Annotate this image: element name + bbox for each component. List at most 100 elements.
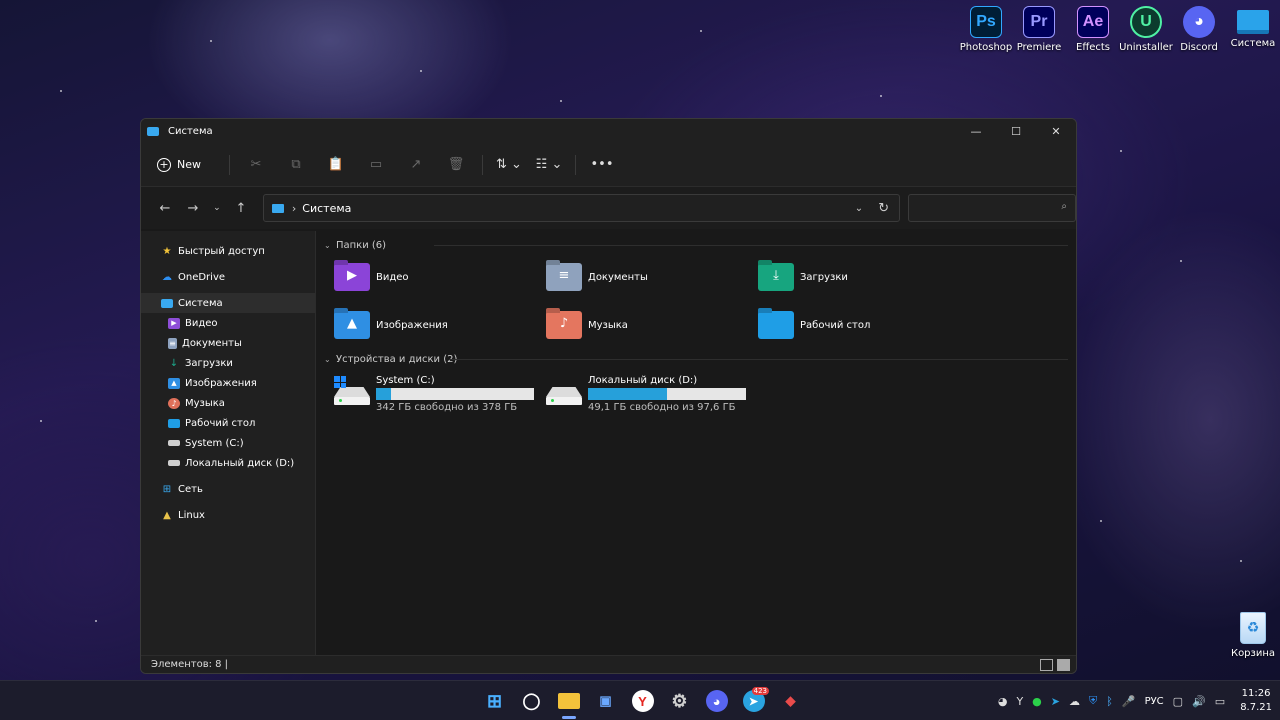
folder-documents[interactable]: ≡ Документы — [546, 259, 758, 295]
battery-icon[interactable]: ▭ — [1215, 695, 1225, 708]
sidebar-item-music[interactable]: ♪ Музыка — [141, 393, 315, 413]
start-button[interactable]: ⊞ — [476, 681, 513, 720]
paste-icon[interactable]: 📋 — [316, 157, 356, 172]
folder-music[interactable]: ♪ Музыка — [546, 307, 758, 343]
folder-downloads[interactable]: ⤓ Загрузки — [758, 259, 970, 295]
sidebar-item-documents[interactable]: ≡ Документы — [141, 333, 315, 353]
sidebar-item-label: Linux — [178, 509, 205, 521]
shield-tray-icon[interactable]: ● — [1032, 695, 1042, 708]
back-button[interactable]: ← — [151, 201, 179, 216]
cut-icon[interactable]: ✂ — [236, 157, 276, 172]
drive-c[interactable]: System (C:) 342 ГБ свободно из 378 ГБ — [334, 375, 546, 413]
sidebar-item-label: Сеть — [178, 483, 203, 495]
notification-icon[interactable]: ▢ — [1173, 695, 1183, 708]
up-button[interactable]: ↑ — [227, 201, 255, 216]
breadcrumb-item[interactable]: Система — [302, 202, 351, 215]
search-input[interactable]: ⌕ — [908, 194, 1076, 222]
sidebar-item-drive-c[interactable]: System (C:) — [141, 433, 315, 453]
chevron-down-icon: ⌄ — [324, 240, 331, 250]
telegram-tray-icon[interactable]: ➤ — [1051, 695, 1060, 708]
desktop-icon-photoshop[interactable]: Ps Photoshop — [959, 6, 1013, 53]
address-dropdown-button[interactable]: ⌄ — [855, 203, 863, 214]
music-icon: ♪ — [168, 397, 180, 409]
language-indicator[interactable]: РУС — [1145, 696, 1164, 707]
folder-label: Рабочий стол — [800, 319, 871, 331]
folder-pictures[interactable]: ▲ Изображения — [334, 307, 546, 343]
documents-folder-icon: ≡ — [546, 263, 582, 291]
taskbar-task-manager[interactable]: ▣ — [587, 681, 624, 720]
copy-icon[interactable]: ⧉ — [276, 157, 316, 172]
taskbar-discord[interactable]: ◕ — [698, 681, 735, 720]
desktop-icon-uninstaller[interactable]: U Uninstaller — [1119, 6, 1173, 53]
download-icon: ↓ — [169, 357, 179, 369]
more-options-button[interactable]: ••• — [582, 157, 622, 172]
folders-group-header[interactable]: ⌄ Папки (6) — [324, 237, 1076, 253]
tiles-view-button[interactable] — [1057, 659, 1070, 671]
taskbar-settings[interactable]: ⚙ — [661, 681, 698, 720]
recent-locations-button[interactable]: ⌄ — [207, 203, 227, 213]
delete-icon[interactable]: 🗑 — [436, 157, 476, 172]
star — [1240, 560, 1242, 562]
desktop-icon-system[interactable]: Система — [1226, 6, 1280, 49]
folder-videos[interactable]: ▶ Видео — [334, 259, 546, 295]
view-button[interactable]: ☷ ⌄ — [529, 157, 569, 172]
sidebar-item-drive-d[interactable]: Локальный диск (D:) — [141, 453, 315, 473]
close-button[interactable]: ✕ — [1036, 119, 1076, 143]
taskbar-antivirus[interactable]: ◆ — [772, 681, 809, 720]
taskbar-file-explorer[interactable] — [550, 681, 587, 720]
microphone-icon[interactable]: 🎤 — [1122, 695, 1136, 708]
rename-icon[interactable]: ▭ — [356, 157, 396, 172]
defender-tray-icon[interactable]: ⛨ — [1089, 694, 1097, 708]
discord-icon: ◕ — [1183, 6, 1215, 38]
sidebar-item-network[interactable]: ⊞ Сеть — [141, 479, 315, 499]
taskbar-yandex[interactable]: Y — [624, 681, 661, 720]
sidebar-item-system[interactable]: Система — [141, 293, 315, 313]
share-icon[interactable]: ↗ — [396, 157, 436, 172]
group-divider — [434, 245, 1068, 246]
desktop-icon-discord[interactable]: ◕ Discord — [1172, 6, 1226, 53]
taskbar-telegram[interactable]: ➤ 423 — [735, 681, 772, 720]
forward-button[interactable]: → — [179, 201, 207, 216]
refresh-button[interactable]: ↻ — [878, 201, 889, 216]
volume-icon[interactable]: 🔊 — [1192, 695, 1206, 708]
pictures-icon: ▲ — [168, 377, 180, 389]
folder-desktop[interactable]: Рабочий стол — [758, 307, 970, 343]
documents-icon: ≡ — [168, 337, 177, 349]
new-button[interactable]: + New — [157, 157, 201, 172]
title-bar[interactable]: Система — ☐ ✕ — [141, 119, 1076, 143]
sidebar-item-desktop[interactable]: Рабочий стол — [141, 413, 315, 433]
sidebar-item-quick-access[interactable]: ★ Быстрый доступ — [141, 241, 315, 261]
details-view-button[interactable] — [1040, 659, 1053, 671]
sidebar-item-label: Документы — [182, 337, 242, 349]
drive-d[interactable]: Локальный диск (D:) 49,1 ГБ свободно из … — [546, 375, 758, 413]
search-button[interactable]: ◯ — [513, 681, 550, 720]
bluetooth-tray-icon[interactable]: ᛒ — [1106, 695, 1113, 708]
after-effects-icon: Ae — [1077, 6, 1109, 38]
minimize-button[interactable]: — — [956, 119, 996, 143]
desktop-icon-recycle-bin[interactable]: ♻ Корзина — [1228, 612, 1278, 659]
drive-free-space: 49,1 ГБ свободно из 97,6 ГБ — [588, 402, 736, 413]
sort-button[interactable]: ⇅ ⌄ — [489, 157, 529, 172]
desktop-icon-premiere[interactable]: Pr Premiere — [1012, 6, 1066, 53]
sidebar-item-videos[interactable]: ▶ Видео — [141, 313, 315, 333]
discord-tray-icon[interactable]: ◕ — [998, 695, 1008, 708]
desktop-icon-effects[interactable]: Ae Effects — [1066, 6, 1120, 53]
sidebar-item-pictures[interactable]: ▲ Изображения — [141, 373, 315, 393]
network-icon: ⊞ — [162, 483, 172, 495]
yandex-tray-icon[interactable]: Y — [1016, 695, 1023, 708]
sidebar-item-downloads[interactable]: ↓ Загрузки — [141, 353, 315, 373]
maximize-button[interactable]: ☐ — [996, 119, 1036, 143]
drive-icon — [168, 460, 180, 466]
sidebar-item-label: System (C:) — [185, 437, 244, 449]
sidebar-item-label: Система — [178, 297, 223, 309]
drives-group-header[interactable]: ⌄ Устройства и диски (2) — [324, 351, 1076, 367]
star-icon: ★ — [162, 245, 172, 257]
monitor-icon — [161, 298, 173, 308]
folder-label: Документы — [588, 271, 648, 283]
clock[interactable]: 11:26 8.7.21 — [1240, 687, 1272, 715]
cloud-tray-icon[interactable]: ☁ — [1069, 695, 1080, 708]
sidebar-item-onedrive[interactable]: ☁ OneDrive — [141, 267, 315, 287]
desktop-icon-label: Effects — [1076, 42, 1110, 53]
sidebar-item-linux[interactable]: ▲ Linux — [141, 505, 315, 525]
address-bar[interactable]: › Система ⌄ ↻ — [262, 194, 901, 222]
